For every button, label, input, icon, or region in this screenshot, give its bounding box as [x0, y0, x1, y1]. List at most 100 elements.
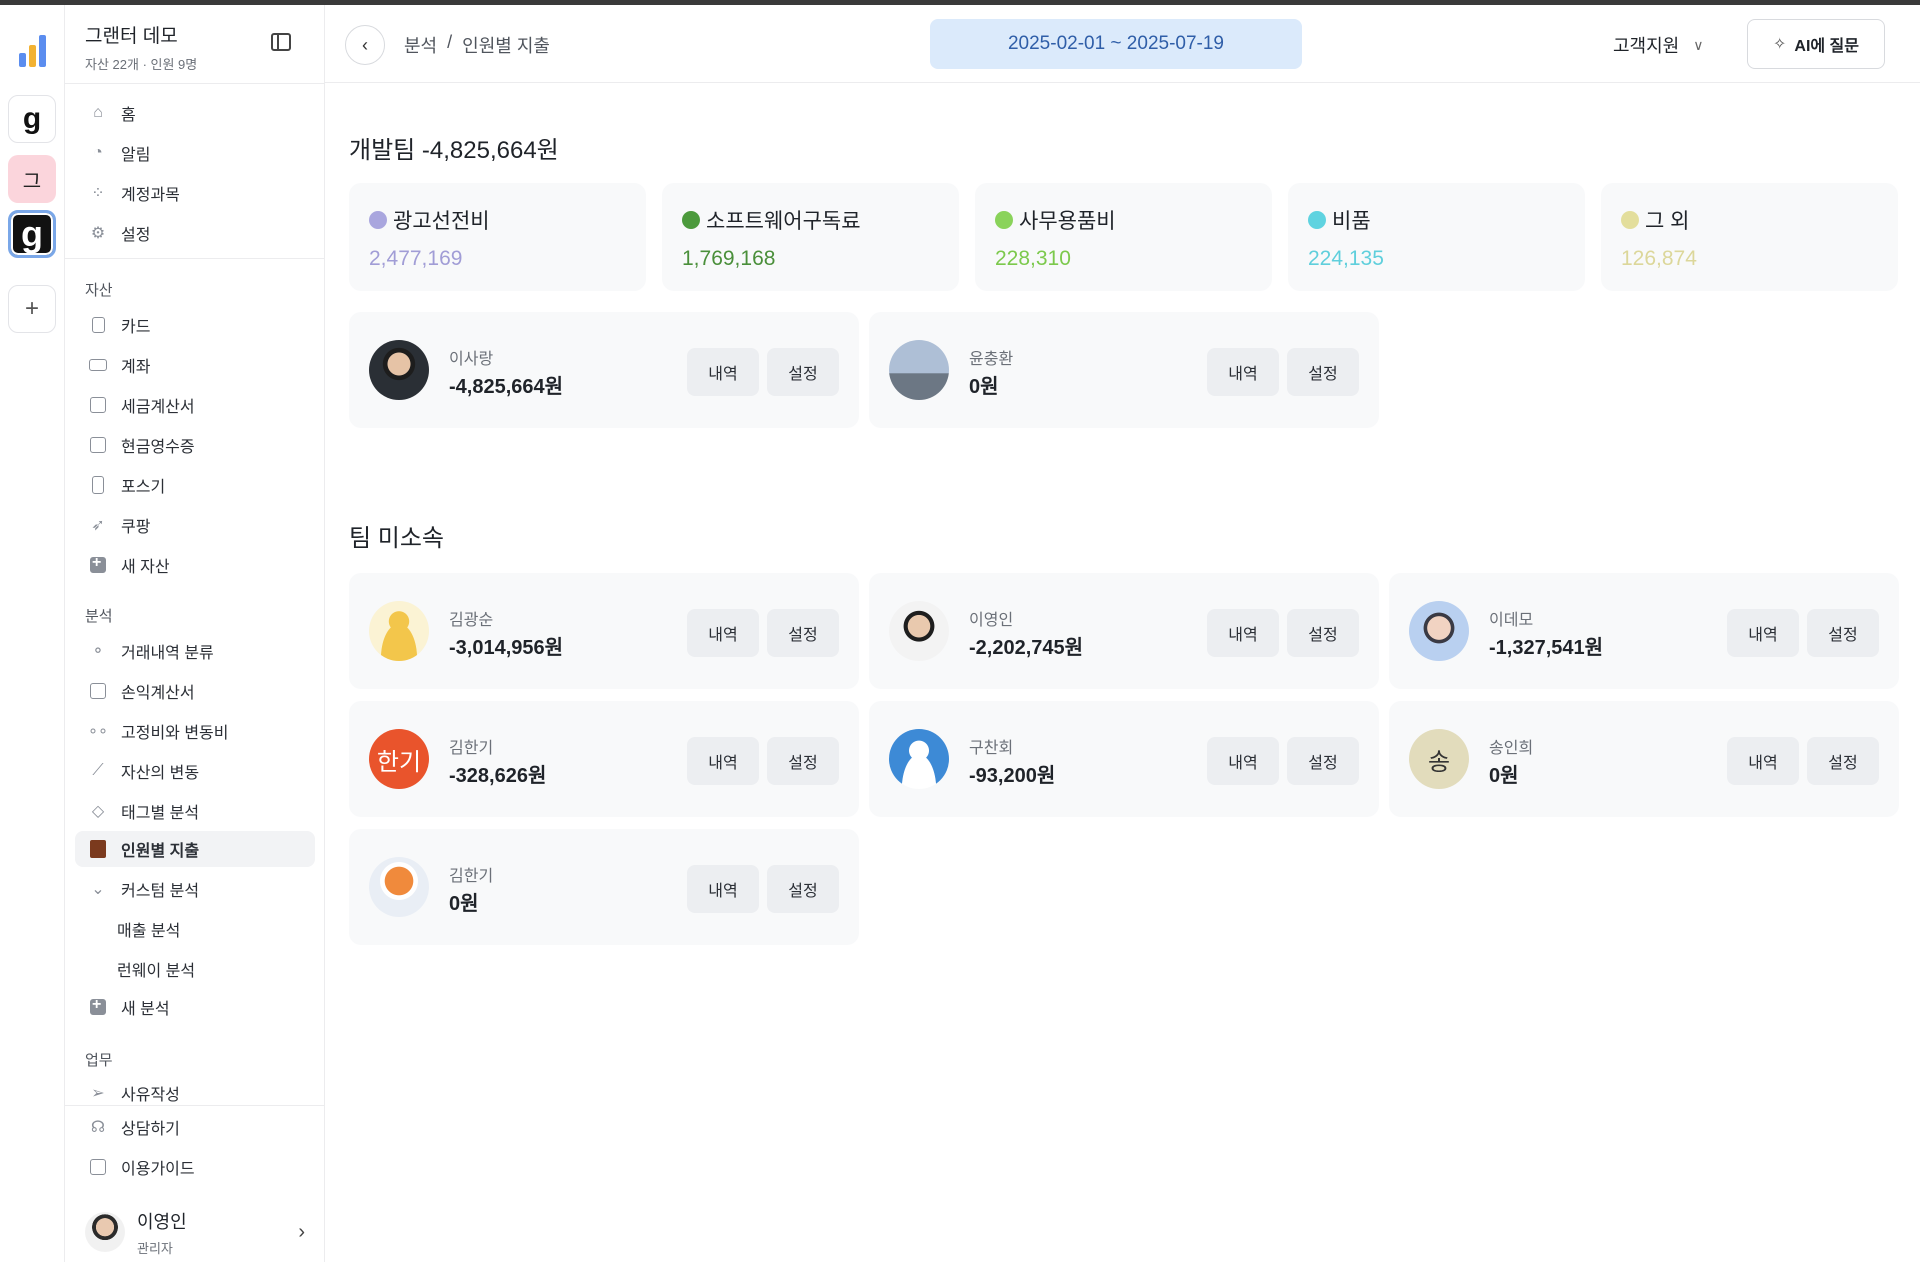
history-button[interactable]: 내역 [687, 737, 759, 785]
settings-label: 설정 [1308, 366, 1338, 383]
sidebar-collapse-icon[interactable] [271, 33, 291, 51]
back-button[interactable]: ‹ [345, 25, 385, 65]
receipt-icon [87, 434, 109, 456]
ask-ai-label: AI에 질문 [1794, 38, 1859, 55]
user-profile[interactable]: 이영인 관리자 › [85, 1207, 305, 1257]
category-card[interactable]: 소프트웨어구독료 1,769,168 [662, 183, 959, 291]
history-button[interactable]: 내역 [1727, 609, 1799, 657]
sidebar-item-card[interactable]: 카드 [75, 307, 315, 343]
workspace-geu-button[interactable]: 그 [8, 155, 56, 203]
settings-label: 설정 [1828, 627, 1858, 644]
plus-box-icon [87, 554, 109, 576]
member-amount: -1,327,541원 [1489, 637, 1604, 659]
sidebar-item-new-analysis[interactable]: 새 분석 [75, 989, 315, 1025]
category-name: 비품 [1332, 210, 1371, 233]
history-button[interactable]: 내역 [1207, 609, 1279, 657]
book-icon [87, 1156, 109, 1178]
sidebar-item-coupang[interactable]: ➶ 쿠팡 [75, 507, 315, 543]
category-card[interactable]: 비품 224,135 [1288, 183, 1585, 291]
home-icon: ⌂ [93, 104, 103, 121]
category-name: 사무용품비 [1019, 210, 1116, 233]
sidebar-item-bank[interactable]: 계좌 [75, 347, 315, 383]
sidebar-item-new-asset[interactable]: 새 자산 [75, 547, 315, 583]
history-button[interactable]: 내역 [687, 348, 759, 396]
category-value: 228,310 [995, 247, 1071, 270]
legend-dot-icon [1621, 211, 1639, 229]
sidebar-item-per-person-spend[interactable]: 인원별 지출 [75, 831, 315, 867]
add-workspace-button[interactable]: + [8, 285, 56, 333]
sidebar-item-fixed-variable[interactable]: ∘∘ 고정비와 변동비 [75, 713, 315, 749]
workspace-letter: g [22, 102, 42, 135]
history-label: 내역 [1748, 627, 1778, 644]
settings-button[interactable]: 설정 [767, 609, 839, 657]
workspace-g-active-button[interactable]: g [8, 210, 56, 258]
history-button[interactable]: 내역 [1727, 737, 1799, 785]
sidebar-item-home[interactable]: ⌂ 홈 [75, 95, 315, 131]
breadcrumb-current: 인원별 지출 [462, 36, 550, 56]
sidebar-item-accounts[interactable]: ⁘ 계정과목 [75, 175, 315, 211]
settings-label: 설정 [788, 883, 818, 900]
sidebar-item-tax-invoice[interactable]: 세금계산서 [75, 387, 315, 423]
settings-button[interactable]: 설정 [767, 348, 839, 396]
sidebar-item-transaction-classify[interactable]: ⚬ 거래내역 분류 [75, 633, 315, 669]
sidebar-item-settings[interactable]: ⚙ 설정 [75, 215, 315, 251]
breadcrumb-analysis[interactable]: 분석 [404, 32, 437, 58]
sidebar-item-runway-analysis[interactable]: 런웨이 분석 [75, 951, 315, 987]
sidebar-item-income-statement[interactable]: 손익계산서 [75, 673, 315, 709]
section-label-work: 업무 [85, 1052, 113, 1069]
sidebar-item-pos[interactable]: 포스기 [75, 467, 315, 503]
granter-logo-icon[interactable] [8, 27, 56, 75]
workspace-letter: g [21, 213, 43, 254]
sidebar-item-guide[interactable]: 이용가이드 [75, 1149, 315, 1185]
sidebar-item-label: 현금영수증 [121, 439, 195, 456]
category-card[interactable]: 사무용품비 228,310 [975, 183, 1272, 291]
history-button[interactable]: 내역 [1207, 348, 1279, 396]
history-button[interactable]: 내역 [687, 609, 759, 657]
sidebar-item-tag-analysis[interactable]: ◇ 태그별 분석 [75, 793, 315, 829]
category-card[interactable]: 그 외 126,874 [1601, 183, 1898, 291]
org-header[interactable]: 그랜터 데모 자산 22개 · 인원 9명 [85, 21, 197, 73]
sidebar-item-asset-change[interactable]: ⟋ 자산의 변동 [75, 753, 315, 789]
settings-label: 설정 [1308, 627, 1338, 644]
category-value: 126,874 [1621, 247, 1697, 270]
card-icon [87, 314, 109, 336]
sidebar-item-alerts[interactable]: ◔ 알림 [75, 135, 315, 171]
settings-button[interactable]: 설정 [1287, 609, 1359, 657]
sidebar-item-cash-receipt[interactable]: 현금영수증 [75, 427, 315, 463]
settings-button[interactable]: 설정 [1807, 737, 1879, 785]
settings-label: 설정 [788, 627, 818, 644]
settings-button[interactable]: 설정 [767, 737, 839, 785]
history-button[interactable]: 내역 [1207, 737, 1279, 785]
date-range-picker[interactable]: 2025-02-01 ~ 2025-07-19 [930, 19, 1302, 69]
settings-button[interactable]: 설정 [767, 865, 839, 913]
ledger-icon [87, 680, 109, 702]
member-card: 김한기 0원 내역 설정 [349, 829, 859, 945]
legend-dot-icon [369, 211, 387, 229]
history-button[interactable]: 내역 [687, 865, 759, 913]
sidebar-item-label: 상담하기 [121, 1121, 180, 1138]
category-value: 1,769,168 [682, 247, 776, 270]
sidebar-item-sales-analysis[interactable]: 매출 분석 [75, 911, 315, 947]
sparkle-icon: ✧ [1772, 36, 1787, 53]
ask-ai-button[interactable]: ✧ AI에 질문 [1747, 19, 1885, 69]
chevron-left-icon: ‹ [362, 34, 368, 55]
category-card[interactable]: 광고선전비 2,477,169 [349, 183, 646, 291]
sidebar-item-label: 포스기 [121, 479, 166, 496]
member-amount: -93,200원 [969, 765, 1056, 787]
avatar-initials: 한기 [376, 748, 422, 776]
sidebar-item-custom-analysis[interactable]: ⌄ 커스텀 분석 [75, 871, 315, 907]
workspace-g-button[interactable]: g [8, 95, 56, 143]
sidebar-item-label: 커스텀 분석 [121, 883, 200, 900]
sidebar-item-label: 계정과목 [121, 187, 180, 204]
settings-button[interactable]: 설정 [1807, 609, 1879, 657]
member-amount: -328,626원 [449, 765, 547, 787]
org-subtitle: 자산 22개 · 인원 9명 [85, 57, 198, 72]
divider [65, 258, 325, 259]
settings-button[interactable]: 설정 [1287, 348, 1359, 396]
member-amount: -2,202,745원 [969, 637, 1084, 659]
support-dropdown[interactable]: 고객지원 ∨ [1613, 32, 1704, 58]
settings-button[interactable]: 설정 [1287, 737, 1359, 785]
category-name: 그 외 [1645, 210, 1690, 233]
sidebar-item-consult[interactable]: ☊ 상담하기 [75, 1109, 315, 1145]
history-label: 내역 [708, 755, 738, 772]
